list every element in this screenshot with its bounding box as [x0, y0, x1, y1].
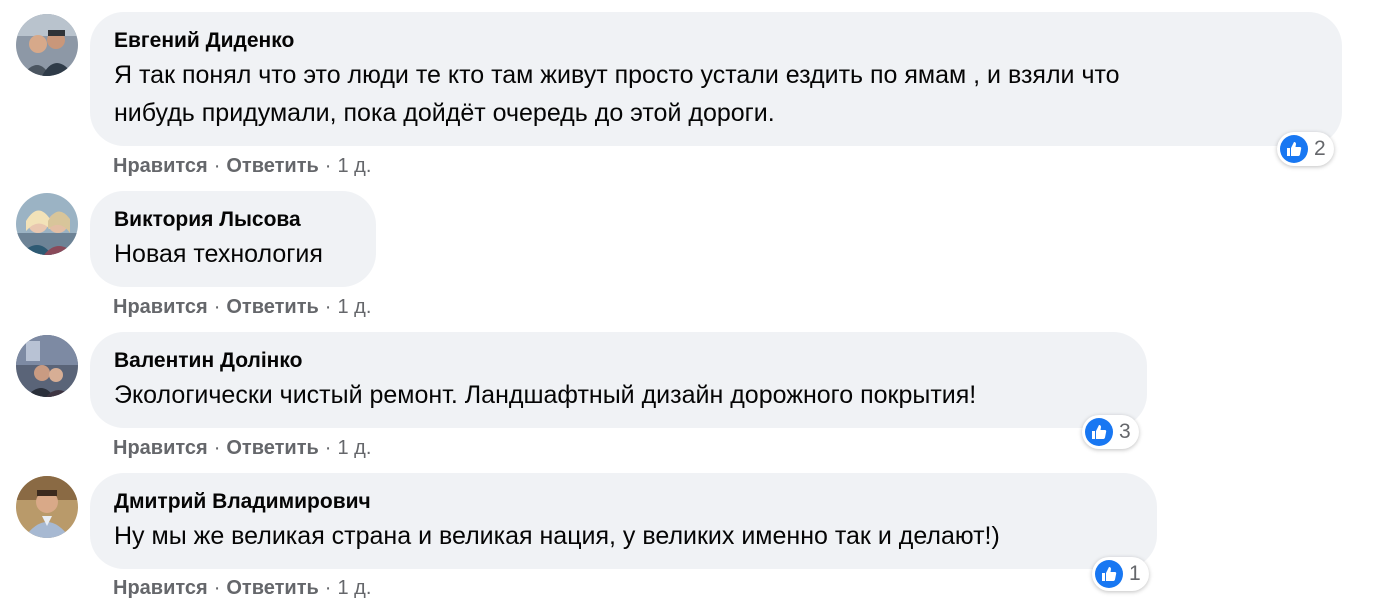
reaction-count: 1 [1129, 562, 1141, 585]
timestamp[interactable]: 1 д. [337, 296, 371, 318]
comment-actions: Нравится · Ответить · 1 д. [113, 294, 371, 320]
reply-button[interactable]: Ответить [226, 437, 318, 459]
comment-text-line: нибудь придумали, пока дойдёт очередь до… [114, 99, 775, 127]
like-icon [1085, 418, 1113, 446]
timestamp[interactable]: 1 д. [337, 437, 371, 459]
comment-bubble: Евгений Диденко Я так понял что это люди… [90, 12, 1342, 146]
comment-text-line: Ну мы же великая страна и великая нация,… [114, 522, 1000, 550]
author-name[interactable]: Евгений Диденко [114, 26, 1318, 56]
avatar[interactable] [16, 193, 78, 255]
like-button[interactable]: Нравится [113, 155, 208, 177]
comment-bubble: Дмитрий Владимирович Ну мы же великая ст… [90, 473, 1157, 569]
separator: · [213, 155, 221, 177]
separator: · [324, 577, 332, 599]
separator: · [324, 296, 332, 318]
reaction-summary[interactable]: 3 [1082, 415, 1139, 449]
comment-actions: Нравится · Ответить · 1 д. [113, 153, 371, 179]
reply-button[interactable]: Ответить [226, 155, 318, 177]
timestamp[interactable]: 1 д. [337, 577, 371, 599]
comment-text-line: Я так понял что это люди те кто там живу… [114, 61, 1120, 89]
separator: · [213, 577, 221, 599]
avatar[interactable] [16, 335, 78, 397]
comment-actions: Нравится · Ответить · 1 д. [113, 575, 371, 601]
avatar[interactable] [16, 14, 78, 76]
separator: · [213, 296, 221, 318]
author-name[interactable]: Дмитрий Владимирович [114, 487, 1133, 517]
separator: · [324, 437, 332, 459]
avatar[interactable] [16, 476, 78, 538]
reaction-summary[interactable]: 1 [1092, 557, 1149, 591]
timestamp[interactable]: 1 д. [337, 155, 371, 177]
comment-actions: Нравится · Ответить · 1 д. [113, 435, 371, 461]
comment-text-line: Новая технология [114, 240, 323, 268]
author-name[interactable]: Валентин Долінко [114, 346, 1123, 376]
separator: · [324, 155, 332, 177]
reaction-count: 2 [1314, 137, 1326, 160]
like-icon [1095, 560, 1123, 588]
like-icon [1280, 135, 1308, 163]
reaction-summary[interactable]: 2 [1277, 132, 1334, 166]
comment-bubble: Валентин Долінко Экологически чистый рем… [90, 332, 1147, 428]
reply-button[interactable]: Ответить [226, 577, 318, 599]
like-button[interactable]: Нравится [113, 296, 208, 318]
comment-bubble: Виктория Лысова Новая технология [90, 191, 376, 287]
reply-button[interactable]: Ответить [226, 296, 318, 318]
comment-text-line: Экологически чистый ремонт. Ландшафтный … [114, 381, 977, 409]
like-button[interactable]: Нравится [113, 437, 208, 459]
reaction-count: 3 [1119, 420, 1131, 443]
like-button[interactable]: Нравится [113, 577, 208, 599]
author-name[interactable]: Виктория Лысова [114, 205, 352, 235]
separator: · [213, 437, 221, 459]
